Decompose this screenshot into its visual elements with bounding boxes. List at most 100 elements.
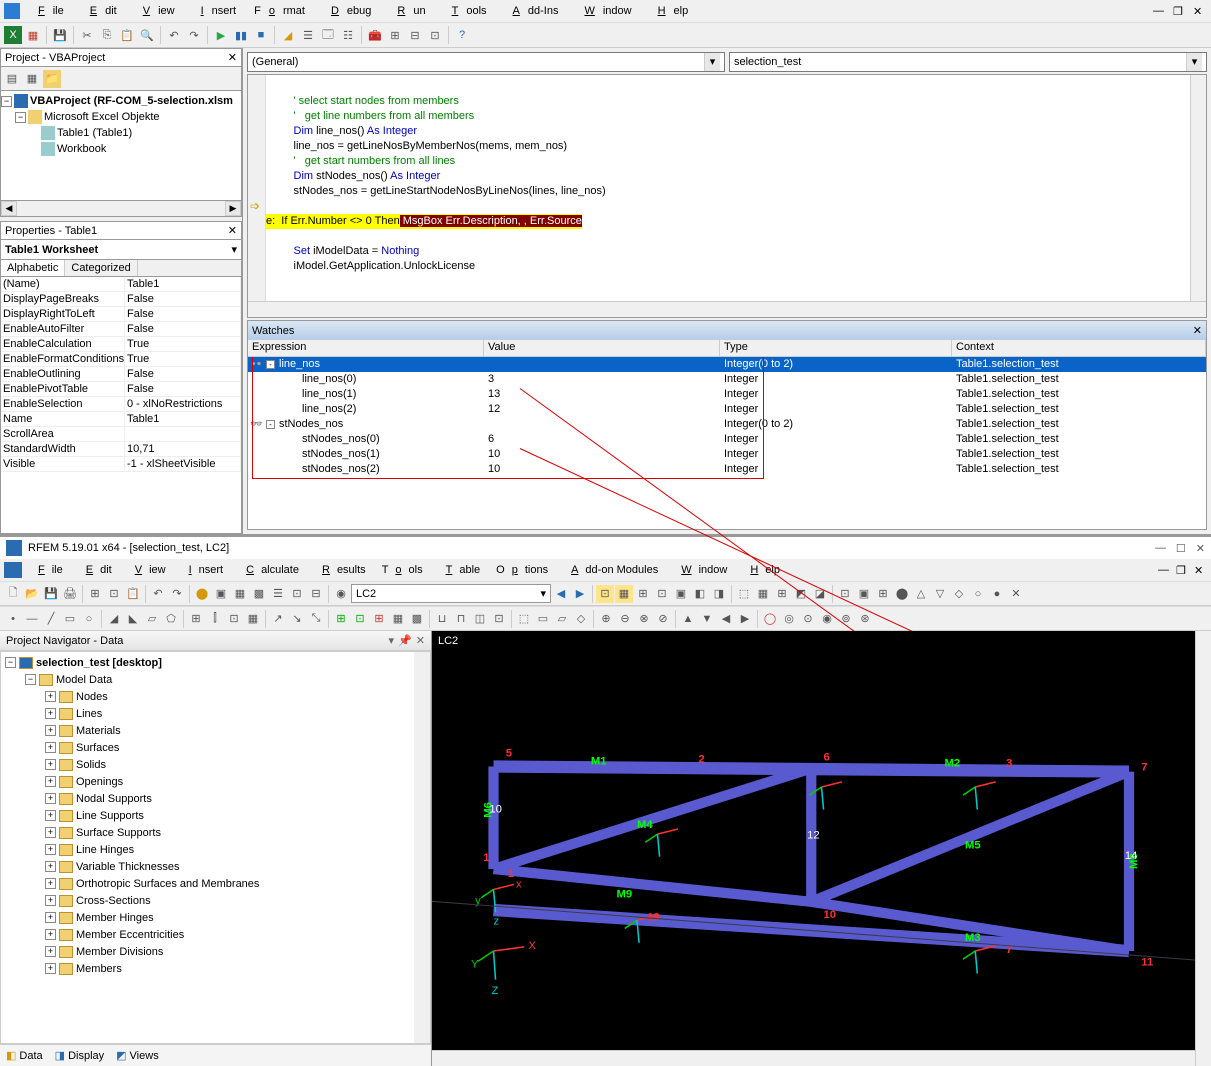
- restore-icon[interactable]: ❐: [1165, 3, 1181, 20]
- expand-icon[interactable]: +: [45, 793, 56, 804]
- tb-icon-b[interactable]: ⊟: [406, 26, 424, 44]
- menu-table[interactable]: Table: [432, 562, 488, 578]
- menu-format[interactable]: Format: [246, 3, 313, 19]
- object-selector[interactable]: Table1 Worksheet▾: [0, 240, 242, 260]
- tool-icon[interactable]: ◎: [780, 610, 798, 628]
- next-icon[interactable]: ▶: [571, 585, 589, 603]
- nav-item[interactable]: +Line Supports: [1, 807, 430, 824]
- close-properties-icon[interactable]: ✕: [228, 224, 237, 237]
- nav-item[interactable]: +Materials: [1, 722, 430, 739]
- tab-alphabetic[interactable]: Alphabetic: [1, 260, 65, 276]
- workbook-node[interactable]: Workbook: [57, 143, 106, 155]
- tool-icon[interactable]: ⊡: [836, 585, 854, 603]
- menu-run[interactable]: Run: [381, 3, 433, 19]
- expand-icon[interactable]: +: [45, 776, 56, 787]
- project-explorer-icon[interactable]: ☰: [299, 26, 317, 44]
- tool-icon[interactable]: ╱: [42, 610, 60, 628]
- menu-addins[interactable]: Add-Ins: [497, 3, 567, 19]
- code-scroll-h[interactable]: [248, 301, 1206, 317]
- expand-icon[interactable]: +: [45, 929, 56, 940]
- tool-icon[interactable]: ⊞: [874, 585, 892, 603]
- tool-icon[interactable]: ◉: [332, 585, 350, 603]
- tool-icon[interactable]: ▦: [389, 610, 407, 628]
- tool-icon[interactable]: ▱: [143, 610, 161, 628]
- menu-help[interactable]: Help: [736, 562, 787, 578]
- expand-icon[interactable]: +: [45, 810, 56, 821]
- tool-icon[interactable]: ⬤: [893, 585, 911, 603]
- menu-view[interactable]: View: [127, 3, 183, 19]
- expand-icon[interactable]: +: [45, 878, 56, 889]
- nav-item[interactable]: +Member Hinges: [1, 909, 430, 926]
- expand-icon[interactable]: +: [45, 759, 56, 770]
- project-scroll-h[interactable]: ◀▶: [0, 201, 242, 217]
- tool-icon[interactable]: ⊡: [351, 610, 369, 628]
- tool-icon[interactable]: ⫿: [206, 610, 224, 628]
- tool-icon[interactable]: ⊞: [187, 610, 205, 628]
- property-row[interactable]: DisplayRightToLeftFalse: [1, 307, 241, 322]
- menu-tools[interactable]: Tools: [375, 562, 430, 578]
- property-row[interactable]: EnablePivotTableFalse: [1, 382, 241, 397]
- col-expression[interactable]: Expression: [248, 340, 484, 356]
- restore-icon[interactable]: ☐: [1176, 542, 1186, 555]
- tool-icon[interactable]: ⊡: [596, 585, 614, 603]
- tool-icon[interactable]: ⊡: [490, 610, 508, 628]
- property-row[interactable]: EnableCalculationTrue: [1, 337, 241, 352]
- tool-icon[interactable]: ▭: [534, 610, 552, 628]
- expand-icon[interactable]: +: [45, 708, 56, 719]
- tab-views[interactable]: ◩Views: [116, 1049, 159, 1062]
- property-row[interactable]: (Name)Table1: [1, 277, 241, 292]
- expand-icon[interactable]: +: [45, 895, 56, 906]
- prev-icon[interactable]: ◀: [552, 585, 570, 603]
- tool-icon[interactable]: 📋: [124, 585, 142, 603]
- tool-icon[interactable]: ▦: [231, 585, 249, 603]
- nav-item[interactable]: +Solids: [1, 756, 430, 773]
- tool-icon[interactable]: ▲: [679, 610, 697, 628]
- nav-item[interactable]: +Members: [1, 960, 430, 977]
- tab-categorized[interactable]: Categorized: [65, 260, 137, 276]
- tool-icon[interactable]: ⊞: [634, 585, 652, 603]
- tool-icon[interactable]: ⊓: [452, 610, 470, 628]
- tool-icon[interactable]: ⤡: [307, 610, 325, 628]
- close-icon[interactable]: ✕: [1185, 3, 1201, 20]
- tool-icon[interactable]: ◩: [792, 585, 810, 603]
- procedure-dropdown[interactable]: selection_test▾: [729, 52, 1207, 72]
- tool-icon[interactable]: ▱: [553, 610, 571, 628]
- undo-icon[interactable]: ↶: [149, 585, 167, 603]
- minimize-icon[interactable]: —: [1155, 542, 1166, 555]
- sheet-node[interactable]: Table1 (Table1): [57, 127, 132, 139]
- property-row[interactable]: EnableAutoFilterFalse: [1, 322, 241, 337]
- restore-child-icon[interactable]: ❐: [1169, 562, 1183, 579]
- expand-icon[interactable]: +: [45, 827, 56, 838]
- tool-icon[interactable]: —: [23, 610, 41, 628]
- tool-icon[interactable]: ⊔: [433, 610, 451, 628]
- property-row[interactable]: ScrollArea: [1, 427, 241, 442]
- open-icon[interactable]: 📂: [23, 585, 41, 603]
- nav-item[interactable]: +Member Divisions: [1, 943, 430, 960]
- menu-help[interactable]: Help: [642, 3, 697, 19]
- watch-row[interactable]: 👓-line_nosInteger(0 to 2)Table1.selectio…: [248, 357, 1206, 372]
- nav-item[interactable]: +Orthotropic Surfaces and Membranes: [1, 875, 430, 892]
- nav-item[interactable]: +Nodes: [1, 688, 430, 705]
- tool-icon[interactable]: ▶: [736, 610, 754, 628]
- nav-item[interactable]: +Openings: [1, 773, 430, 790]
- tool-icon[interactable]: ⊞: [332, 610, 350, 628]
- print-icon[interactable]: 🖨: [61, 585, 79, 603]
- property-grid[interactable]: (Name)Table1DisplayPageBreaksFalseDispla…: [0, 277, 242, 534]
- watch-row[interactable]: stNodes_nos(1)10IntegerTable1.selection_…: [248, 447, 1206, 462]
- tool-icon[interactable]: ▦: [615, 585, 633, 603]
- expand-icon[interactable]: +: [45, 691, 56, 702]
- menu-view[interactable]: View: [121, 562, 173, 578]
- loadcase-selector[interactable]: LC2▾: [351, 584, 551, 603]
- close-project-icon[interactable]: ✕: [228, 51, 237, 64]
- expand-icon[interactable]: +: [45, 946, 56, 957]
- nav-item[interactable]: +Line Hinges: [1, 841, 430, 858]
- watch-row[interactable]: line_nos(2)12IntegerTable1.selection_tes…: [248, 402, 1206, 417]
- dropdown-icon[interactable]: ▾: [389, 634, 395, 647]
- tab-display[interactable]: ◨Display: [55, 1049, 104, 1062]
- menu-window[interactable]: Window: [568, 3, 639, 19]
- browser-icon[interactable]: ☷: [339, 26, 357, 44]
- property-row[interactable]: DisplayPageBreaksFalse: [1, 292, 241, 307]
- expand-icon[interactable]: +: [45, 742, 56, 753]
- tool-icon[interactable]: ⬚: [515, 610, 533, 628]
- folder-node[interactable]: Microsoft Excel Objekte: [44, 111, 160, 123]
